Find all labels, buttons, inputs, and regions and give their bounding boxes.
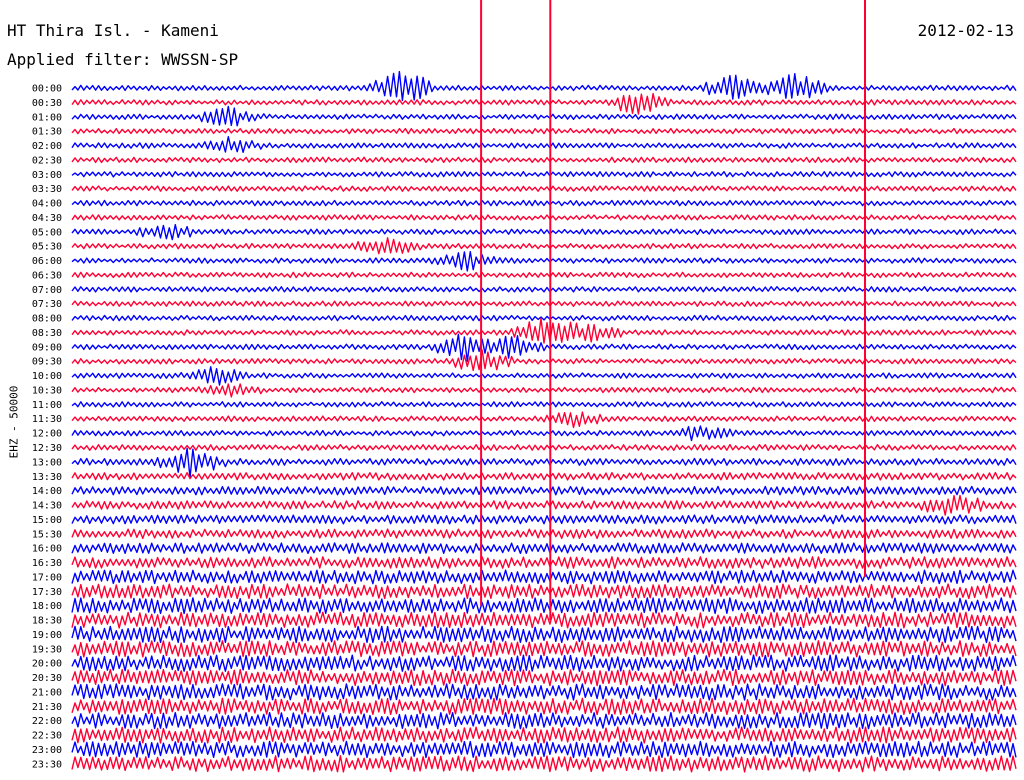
time-label: 05:30 bbox=[32, 242, 62, 253]
time-label: 20:00 bbox=[32, 659, 62, 670]
trace-row bbox=[71, 136, 1017, 153]
time-label: 13:30 bbox=[32, 472, 62, 483]
time-label: 11:30 bbox=[32, 414, 62, 425]
trace-row bbox=[71, 514, 1017, 525]
time-label: 04:00 bbox=[32, 199, 62, 210]
trace-row bbox=[71, 726, 1017, 744]
trace-row bbox=[71, 105, 1017, 127]
trace-row bbox=[71, 127, 1017, 135]
time-label: 10:00 bbox=[32, 371, 62, 382]
trace-row bbox=[71, 411, 1017, 429]
time-label: 07:00 bbox=[32, 285, 62, 296]
time-label: 20:30 bbox=[32, 673, 62, 684]
trace-row bbox=[71, 224, 1017, 241]
time-label: 01:00 bbox=[32, 112, 62, 123]
trace-row bbox=[71, 443, 1017, 452]
time-label: 00:00 bbox=[32, 84, 62, 95]
trace-row bbox=[71, 271, 1017, 279]
time-label: 08:00 bbox=[32, 314, 62, 325]
trace-row bbox=[71, 447, 1017, 479]
time-label: 15:00 bbox=[32, 515, 62, 526]
time-label: 14:00 bbox=[32, 486, 62, 497]
time-label: 00:30 bbox=[32, 98, 62, 109]
time-label: 16:00 bbox=[32, 544, 62, 555]
time-label: 18:00 bbox=[32, 601, 62, 612]
time-label: 07:30 bbox=[32, 299, 62, 310]
trace-row bbox=[71, 683, 1017, 701]
time-label: 02:30 bbox=[32, 155, 62, 166]
trace-row bbox=[71, 366, 1017, 386]
trace-row bbox=[71, 286, 1017, 293]
trace-row bbox=[71, 597, 1017, 615]
time-label: 19:00 bbox=[32, 630, 62, 641]
time-label: 02:00 bbox=[32, 141, 62, 152]
trace-row bbox=[71, 485, 1017, 496]
trace-row bbox=[71, 494, 1017, 516]
trace-row bbox=[71, 92, 1017, 115]
time-label: 19:30 bbox=[32, 644, 62, 655]
trace-row bbox=[71, 70, 1017, 102]
time-label: 10:30 bbox=[32, 386, 62, 397]
time-label: 08:30 bbox=[32, 328, 62, 339]
time-label: 22:00 bbox=[32, 716, 62, 727]
time-label: 03:00 bbox=[32, 170, 62, 181]
trace-row bbox=[71, 569, 1017, 585]
trace-row bbox=[71, 317, 1017, 344]
trace-row bbox=[71, 697, 1017, 716]
trace-row bbox=[71, 740, 1017, 759]
trace-row bbox=[71, 755, 1017, 773]
time-label: 12:00 bbox=[32, 429, 62, 440]
seismogram-plot: 00:00 00:30 01:00 01:30 02:00 02:30 03:00 03:30… bbox=[32, 0, 1017, 773]
time-label: 01:30 bbox=[32, 127, 62, 138]
trace-row bbox=[71, 425, 1017, 442]
time-label: 16:30 bbox=[32, 558, 62, 569]
trace-row bbox=[71, 349, 1017, 372]
time-label: 14:30 bbox=[32, 501, 62, 512]
time-label: 23:00 bbox=[32, 745, 62, 756]
trace-row bbox=[71, 185, 1017, 192]
trace-row bbox=[71, 556, 1017, 569]
time-label: 09:30 bbox=[32, 357, 62, 368]
trace-row bbox=[71, 300, 1017, 307]
trace-row bbox=[71, 625, 1017, 644]
trace-row bbox=[71, 654, 1017, 672]
trace-row bbox=[71, 199, 1017, 207]
trace-row bbox=[71, 314, 1017, 322]
trace-row bbox=[71, 542, 1017, 555]
spike-group bbox=[480, 0, 866, 621]
time-label: 11:00 bbox=[32, 400, 62, 411]
time-label: 09:00 bbox=[32, 342, 62, 353]
time-label: 22:30 bbox=[32, 731, 62, 742]
trace-row bbox=[71, 383, 1017, 398]
trace-row bbox=[71, 401, 1017, 408]
time-label: 04:30 bbox=[32, 213, 62, 224]
time-label: 18:30 bbox=[32, 616, 62, 627]
trace-row bbox=[71, 668, 1017, 687]
trace-row bbox=[71, 611, 1017, 629]
time-label: 15:30 bbox=[32, 529, 62, 540]
time-label: 13:00 bbox=[32, 457, 62, 468]
time-label: 17:30 bbox=[32, 587, 62, 598]
time-label: 23:30 bbox=[32, 759, 62, 770]
trace-row bbox=[71, 171, 1017, 178]
trace-row bbox=[71, 528, 1017, 540]
trace-group bbox=[71, 70, 1017, 773]
time-label-group: 00:00 00:30 01:00 01:30 02:00 02:30 03:00 03:30… bbox=[32, 84, 62, 771]
time-label: 17:00 bbox=[32, 572, 62, 583]
time-label: 06:00 bbox=[32, 256, 62, 267]
trace-row bbox=[71, 471, 1017, 481]
trace-row bbox=[71, 640, 1017, 658]
trace-row bbox=[71, 214, 1017, 221]
time-label: 21:30 bbox=[32, 702, 62, 713]
trace-row bbox=[71, 237, 1017, 255]
time-label: 21:00 bbox=[32, 688, 62, 699]
time-label: 05:00 bbox=[32, 227, 62, 238]
time-label: 06:30 bbox=[32, 270, 62, 281]
trace-row bbox=[71, 251, 1017, 272]
trace-row bbox=[71, 712, 1017, 730]
time-label: 03:30 bbox=[32, 184, 62, 195]
time-label: 12:30 bbox=[32, 443, 62, 454]
trace-row bbox=[71, 156, 1017, 164]
trace-row bbox=[71, 583, 1017, 600]
